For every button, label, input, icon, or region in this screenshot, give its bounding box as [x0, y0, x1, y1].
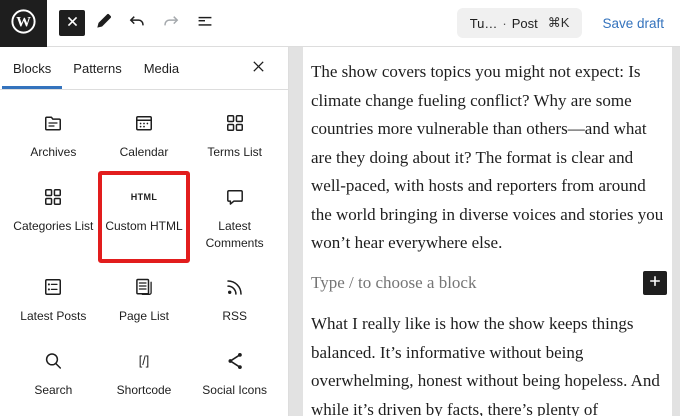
- categories-list-icon: [41, 185, 65, 209]
- wordpress-block-editor: W: [0, 0, 680, 416]
- block-label: Terms List: [207, 144, 262, 161]
- block-type-search[interactable]: Search: [8, 336, 99, 410]
- block-type-rss[interactable]: RSS: [189, 262, 280, 336]
- paragraph-block-2[interactable]: What I really like is how the show keeps…: [311, 310, 667, 416]
- save-draft-button[interactable]: Save draft: [602, 16, 664, 31]
- block-type-page-list[interactable]: Page List: [99, 262, 190, 336]
- redo-button[interactable]: [154, 7, 187, 40]
- wordpress-icon: W: [8, 6, 39, 40]
- block-label: Social Icons: [202, 382, 267, 399]
- redo-icon: [160, 11, 182, 36]
- search-icon: [41, 349, 65, 373]
- block-type-archives[interactable]: Archives: [8, 98, 99, 172]
- empty-paragraph-block[interactable]: Type / to choose a block: [311, 269, 667, 298]
- block-type-shortcode[interactable]: [/] Shortcode: [99, 336, 190, 410]
- block-type-custom-html[interactable]: HTML Custom HTML: [99, 172, 190, 262]
- post-content[interactable]: The show covers topics you might not exp…: [303, 47, 672, 416]
- block-label: Shortcode: [117, 382, 172, 399]
- editor-canvas: The show covers topics you might not exp…: [289, 47, 680, 416]
- undo-icon: [126, 11, 148, 36]
- close-icon: [251, 59, 266, 77]
- block-type-terms-list[interactable]: Terms List: [189, 98, 280, 172]
- block-label: Custom HTML: [105, 218, 182, 235]
- block-label: Calendar: [120, 144, 169, 161]
- block-type-grid: Archives Calendar Terms List Categories Lis…: [0, 90, 288, 410]
- tab-blocks[interactable]: Blocks: [2, 47, 62, 89]
- tab-patterns[interactable]: Patterns: [62, 47, 132, 89]
- paragraph-block-1[interactable]: The show covers topics you might not exp…: [311, 58, 667, 258]
- canvas-gutter-left: [289, 47, 303, 416]
- keyboard-shortcut-label: ⌘K: [548, 15, 570, 31]
- pencil-icon: [92, 11, 114, 36]
- block-type-social-icons[interactable]: Social Icons: [189, 336, 280, 410]
- block-label: Categories List: [13, 218, 93, 235]
- wordpress-logo[interactable]: W: [0, 0, 47, 47]
- archives-icon: [41, 111, 65, 135]
- block-inserter-toggle-button[interactable]: [59, 10, 85, 36]
- page-list-icon: [132, 275, 156, 299]
- block-placeholder-text: Type / to choose a block: [311, 269, 476, 298]
- canvas-scrollbar[interactable]: [672, 47, 680, 416]
- block-type-latest-comments[interactable]: Latest Comments: [189, 172, 280, 262]
- block-label: Archives: [30, 144, 76, 161]
- inserter-close-button[interactable]: [244, 54, 272, 82]
- edit-mode-button[interactable]: [86, 7, 119, 40]
- social-icons-icon: [223, 349, 247, 373]
- plus-icon: [648, 274, 662, 292]
- block-inserter-panel: BlocksPatternsMedia Archives Calendar Term…: [0, 47, 289, 416]
- custom-html-icon: HTML: [131, 185, 158, 209]
- document-title: Tu…: [470, 16, 498, 31]
- tab-media[interactable]: Media: [133, 47, 190, 89]
- editor-main: BlocksPatternsMedia Archives Calendar Term…: [0, 47, 680, 416]
- latest-comments-icon: [223, 185, 247, 209]
- add-block-button[interactable]: [643, 271, 667, 295]
- calendar-icon: [132, 111, 156, 135]
- rss-icon: [223, 275, 247, 299]
- editor-topbar: W: [0, 0, 680, 47]
- list-view-icon: [194, 11, 216, 36]
- block-label: Page List: [119, 308, 169, 325]
- block-label: RSS: [222, 308, 247, 325]
- block-label: Latest Posts: [20, 308, 86, 325]
- block-label: Latest Comments: [191, 218, 278, 253]
- undo-button[interactable]: [120, 7, 153, 40]
- block-type-calendar[interactable]: Calendar: [99, 98, 190, 172]
- block-label: Search: [34, 382, 72, 399]
- post-type-label: Post: [512, 16, 538, 31]
- block-type-categories-list[interactable]: Categories List: [8, 172, 99, 262]
- title-separator: ·: [502, 16, 506, 31]
- inserter-tabs: BlocksPatternsMedia: [0, 47, 288, 90]
- command-palette-button[interactable]: Tu… · Post ⌘K: [457, 8, 583, 38]
- close-icon: [66, 15, 79, 31]
- latest-posts-icon: [41, 275, 65, 299]
- svg-text:W: W: [16, 14, 31, 30]
- terms-list-icon: [223, 111, 247, 135]
- shortcode-icon: [/]: [139, 349, 149, 373]
- document-overview-button[interactable]: [188, 7, 221, 40]
- block-type-latest-posts[interactable]: Latest Posts: [8, 262, 99, 336]
- topbar-right-group: Tu… · Post ⌘K Save draft: [457, 8, 680, 38]
